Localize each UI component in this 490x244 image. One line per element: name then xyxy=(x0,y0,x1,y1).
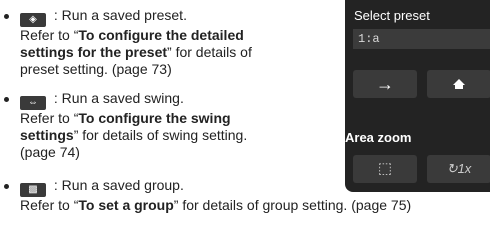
preset-icon: ◈ xyxy=(20,13,46,27)
area-zoom-label: Area zoom xyxy=(345,130,412,145)
ref-title: To set a group xyxy=(78,197,174,213)
ref-page: (page 74) xyxy=(20,144,80,160)
ref-prefix: Refer to “ xyxy=(20,27,79,43)
item-desc: : Run a saved group. xyxy=(50,177,184,193)
bullet xyxy=(4,97,9,102)
ref-title-cont: settings for the preset xyxy=(20,44,168,60)
list-item-preset: ◈ : Run a saved preset. Refer to “To con… xyxy=(0,7,252,78)
ref-suffix: ” for details of xyxy=(167,44,252,60)
run-preset-button[interactable]: → xyxy=(353,70,417,98)
bullet xyxy=(4,14,9,19)
home-icon-base xyxy=(455,85,463,89)
ref-suffix: ” for details of group setting. (page 75… xyxy=(173,197,412,213)
swing-icon: ⇔ xyxy=(20,96,46,110)
ref-title-cont: settings xyxy=(20,127,74,143)
home-button[interactable] xyxy=(427,70,490,98)
ref-suffix: ” for details of swing setting. xyxy=(73,127,248,143)
preset-select[interactable]: 1:a xyxy=(353,29,490,49)
ref-title: To configure the detailed xyxy=(78,27,244,43)
zoom-1x-icon: ↻1x xyxy=(446,161,472,176)
zoom-1x-button[interactable]: ↻1x xyxy=(427,155,490,183)
manual-text: ◈ : Run a saved preset. Refer to “To con… xyxy=(0,0,411,244)
item-desc: : Run a saved swing. xyxy=(50,90,184,106)
arrow-right-icon: → xyxy=(376,74,394,94)
ptz-control-panel: Select preset 1:a → Area zoom ⬚ ↻1x xyxy=(345,0,490,192)
bullet xyxy=(4,184,9,189)
ref-prefix: Refer to “ xyxy=(20,110,79,126)
ref-prefix: Refer to “ xyxy=(20,197,79,213)
zoom-area-icon: ⬚ xyxy=(377,160,393,177)
area-zoom-button[interactable]: ⬚ xyxy=(353,155,417,183)
item-desc: : Run a saved preset. xyxy=(50,7,187,23)
list-item-swing: ⇔ : Run a saved swing. Refer to “To conf… xyxy=(0,90,247,161)
select-preset-label: Select preset xyxy=(354,8,430,23)
ref-page: preset setting. (page 73) xyxy=(20,61,172,77)
group-icon: ▩ xyxy=(20,183,46,197)
ref-title: To configure the swing xyxy=(78,110,231,126)
